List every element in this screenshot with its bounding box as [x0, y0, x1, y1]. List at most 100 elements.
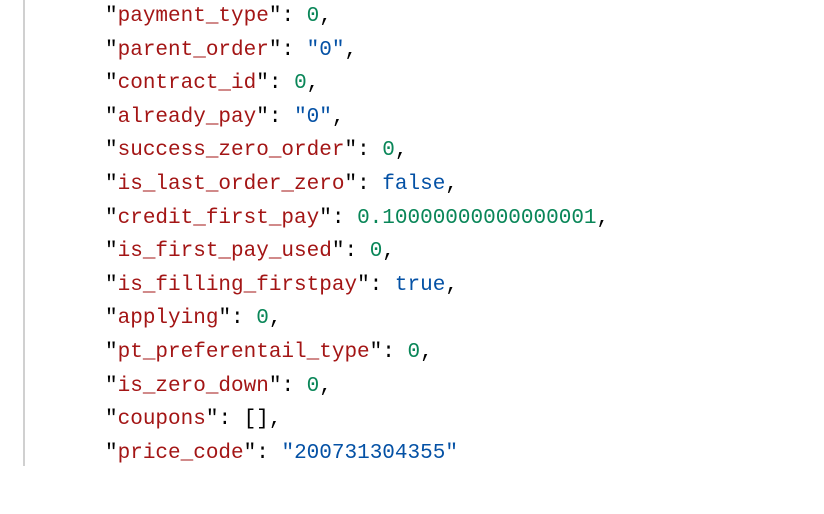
json-value-number: 0	[370, 240, 383, 263]
comma: ,	[269, 307, 282, 330]
json-key: already_pay	[118, 106, 257, 129]
colon: :	[269, 72, 294, 95]
quote: "	[206, 408, 219, 431]
comma: ,	[319, 5, 332, 28]
quote: "	[344, 139, 357, 162]
json-line: "parent_order": "0",	[105, 34, 824, 68]
json-key: price_code	[118, 442, 244, 465]
json-line: "is_last_order_zero": false,	[105, 168, 824, 202]
json-key: is_zero_down	[118, 375, 269, 398]
quote: "	[105, 408, 118, 431]
json-body: "payment_type": 0,"parent_order": "0","c…	[25, 0, 824, 470]
comma: ,	[395, 139, 408, 162]
colon: :	[357, 173, 382, 196]
colon: :	[231, 307, 256, 330]
json-line: "is_first_pay_used": 0,	[105, 235, 824, 269]
json-value-number: 0	[294, 72, 307, 95]
quote: "	[269, 39, 282, 62]
json-line: "coupons": [],	[105, 403, 824, 437]
json-line: "contract_id": 0,	[105, 67, 824, 101]
json-value-array: []	[244, 408, 269, 431]
quote: "	[269, 5, 282, 28]
quote: "	[256, 106, 269, 129]
json-line: "applying": 0,	[105, 302, 824, 336]
string-quote: "	[294, 106, 307, 129]
quote: "	[105, 442, 118, 465]
json-line: "already_pay": "0",	[105, 101, 824, 135]
string-quote: "	[319, 106, 332, 129]
string-quote: "	[307, 39, 320, 62]
quote: "	[344, 173, 357, 196]
json-key: is_filling_firstpay	[118, 274, 357, 297]
json-snippet: "payment_type": 0,"parent_order": "0","c…	[0, 0, 824, 480]
string-quote: "	[445, 442, 458, 465]
string-quote: "	[332, 39, 345, 62]
json-line: "credit_first_pay": 0.10000000000000001,	[105, 202, 824, 236]
indent-guide	[23, 0, 25, 466]
quote: "	[256, 72, 269, 95]
json-key: parent_order	[118, 39, 269, 62]
json-value-number: 0.10000000000000001	[357, 207, 596, 230]
comma: ,	[445, 274, 458, 297]
json-value-bool: false	[382, 173, 445, 196]
comma: ,	[269, 408, 282, 431]
quote: "	[332, 240, 345, 263]
quote: "	[105, 240, 118, 263]
colon: :	[281, 39, 306, 62]
json-value-number: 0	[307, 5, 320, 28]
string-quote: "	[281, 442, 294, 465]
json-key: contract_id	[118, 72, 257, 95]
quote: "	[105, 72, 118, 95]
quote: "	[105, 375, 118, 398]
quote: "	[105, 341, 118, 364]
json-key: applying	[118, 307, 219, 330]
json-key: is_first_pay_used	[118, 240, 332, 263]
json-line: "success_zero_order": 0,	[105, 134, 824, 168]
comma: ,	[319, 375, 332, 398]
json-key: is_last_order_zero	[118, 173, 345, 196]
colon: :	[332, 207, 357, 230]
colon: :	[370, 274, 395, 297]
json-key: pt_preferentail_type	[118, 341, 370, 364]
colon: :	[357, 139, 382, 162]
json-line: "payment_type": 0,	[105, 0, 824, 34]
quote: "	[319, 207, 332, 230]
comma: ,	[345, 39, 358, 62]
json-value-string: 200731304355	[294, 442, 445, 465]
quote: "	[105, 274, 118, 297]
json-line: "pt_preferentail_type": 0,	[105, 336, 824, 370]
json-line: "is_zero_down": 0,	[105, 370, 824, 404]
json-value-string: 0	[307, 106, 320, 129]
quote: "	[105, 139, 118, 162]
json-value-number: 0	[307, 375, 320, 398]
colon: :	[344, 240, 369, 263]
json-value-number: 0	[407, 341, 420, 364]
comma: ,	[597, 207, 610, 230]
quote: "	[370, 341, 383, 364]
json-line: "is_filling_firstpay": true,	[105, 269, 824, 303]
colon: :	[281, 5, 306, 28]
json-key: coupons	[118, 408, 206, 431]
json-value-number: 0	[256, 307, 269, 330]
json-line: "price_code": "200731304355"	[105, 437, 824, 471]
json-value-number: 0	[382, 139, 395, 162]
json-key: credit_first_pay	[118, 207, 320, 230]
quote: "	[357, 274, 370, 297]
comma: ,	[445, 173, 458, 196]
quote: "	[105, 106, 118, 129]
quote: "	[105, 39, 118, 62]
colon: :	[281, 375, 306, 398]
json-value-string: 0	[319, 39, 332, 62]
json-key: success_zero_order	[118, 139, 345, 162]
quote: "	[105, 207, 118, 230]
comma: ,	[420, 341, 433, 364]
quote: "	[105, 5, 118, 28]
colon: :	[218, 408, 243, 431]
comma: ,	[382, 240, 395, 263]
comma: ,	[307, 72, 320, 95]
colon: :	[269, 106, 294, 129]
colon: :	[256, 442, 281, 465]
json-key: payment_type	[118, 5, 269, 28]
json-value-bool: true	[395, 274, 445, 297]
quote: "	[244, 442, 257, 465]
